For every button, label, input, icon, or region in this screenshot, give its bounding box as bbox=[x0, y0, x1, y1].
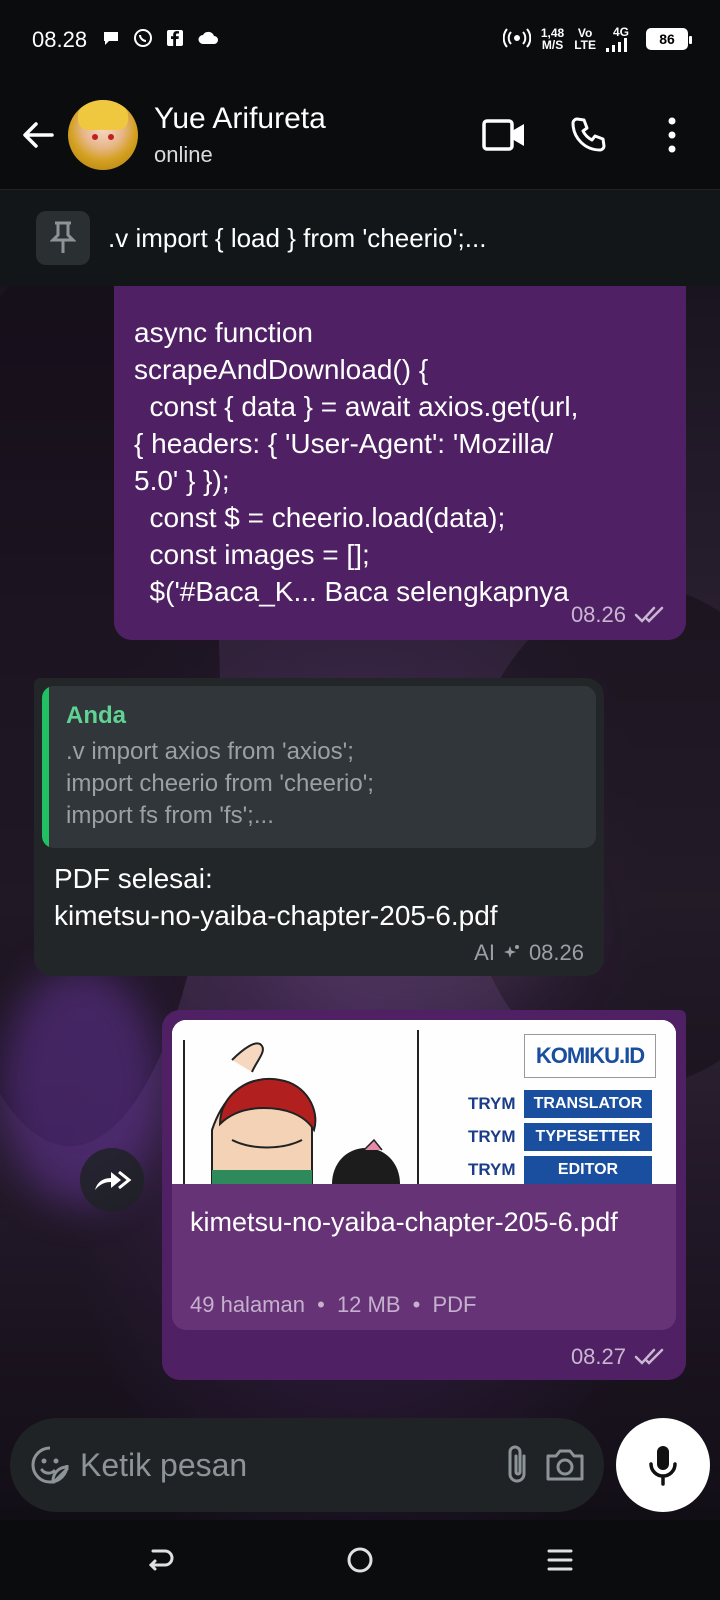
meta-separator: • bbox=[317, 1292, 325, 1317]
quote-text: .v import axios from 'axios'; import che… bbox=[66, 738, 374, 829]
sparkle-icon bbox=[503, 945, 519, 958]
message-meta: 08.26 bbox=[571, 602, 668, 628]
signal-bars-icon bbox=[606, 38, 627, 52]
status-bar: 08.28 1,48 M/S Vo LTE 4G 86 bbox=[0, 0, 720, 80]
pin-icon bbox=[50, 221, 76, 253]
volte-indicator: Vo LTE bbox=[574, 27, 596, 51]
komiku-logo: KOMIKU.ID bbox=[524, 1034, 656, 1078]
file-name: kimetsu-no-yaiba-chapter-205-6.pdf bbox=[190, 1207, 618, 1237]
system-nav-bar bbox=[0, 1520, 720, 1600]
credit-role: TYPESETTER bbox=[524, 1123, 652, 1151]
message-time: 08.27 bbox=[570, 1344, 626, 1369]
facebook-icon bbox=[165, 28, 185, 53]
chat-area[interactable]: async function scrapeAndDownload() { con… bbox=[0, 286, 720, 1520]
credits-list: TRYM TRANSLATOR TRYM TYPESETTER TRYM EDI… bbox=[468, 1090, 668, 1184]
file-meta: 49 halaman • 12 MB • PDF bbox=[190, 1292, 476, 1318]
battery-level: 86 bbox=[659, 31, 675, 47]
volte-bottom: LTE bbox=[574, 38, 596, 52]
credit-row: TRYM TRANSLATOR bbox=[468, 1090, 668, 1118]
contact-status: online bbox=[154, 141, 213, 167]
nav-recents-button[interactable] bbox=[540, 1540, 580, 1580]
file-preview-thumbnail[interactable]: KOMIKU.ID TRYM TRANSLATOR TRYM TYPESETTE… bbox=[172, 1020, 676, 1184]
notification-icons bbox=[101, 28, 219, 53]
file-pages: 49 halaman bbox=[190, 1292, 305, 1317]
credit-role: TRANSLATOR bbox=[524, 1090, 652, 1118]
pinned-message-text: .v import { load } from 'cheerio';... bbox=[108, 222, 487, 253]
video-camera-icon bbox=[482, 118, 524, 151]
phone-icon bbox=[571, 117, 606, 151]
signal-indicator: 4G bbox=[606, 26, 636, 52]
whatsapp-icon bbox=[133, 28, 153, 53]
microphone-icon bbox=[649, 1446, 677, 1486]
sticker-icon bbox=[31, 1446, 69, 1484]
net-speed-unit: M/S bbox=[541, 38, 564, 52]
contact-name: Yue Arifureta bbox=[154, 101, 326, 135]
double-check-icon bbox=[634, 1348, 664, 1365]
meta-separator: • bbox=[412, 1292, 421, 1317]
credit-row: TRYM TYPESETTER bbox=[468, 1123, 668, 1151]
message-meta: AI 08.26 bbox=[474, 940, 584, 966]
forward-button[interactable] bbox=[80, 1148, 144, 1212]
back-button[interactable] bbox=[8, 105, 68, 165]
message-input[interactable] bbox=[80, 1446, 500, 1484]
forward-icon bbox=[95, 1170, 132, 1190]
quoted-message[interactable]: Anda .v import axios from 'axios'; impor… bbox=[42, 686, 596, 848]
system-indicators: 1,48 M/S Vo LTE 4G 86 bbox=[502, 26, 692, 52]
incoming-message[interactable]: Anda .v import axios from 'axios'; impor… bbox=[34, 678, 604, 976]
logo-text: KOMIKU.ID bbox=[535, 1043, 645, 1068]
file-size: 12 MB bbox=[336, 1292, 401, 1317]
credit-name: TRYM bbox=[468, 1160, 516, 1179]
home-circle-icon bbox=[347, 1547, 373, 1573]
message-text: PDF selesai: kimetsu-no-yaiba-chapter-20… bbox=[54, 863, 498, 931]
double-check-icon bbox=[634, 606, 664, 623]
message-text: async function scrapeAndDownload() { con… bbox=[134, 317, 579, 607]
file-type: PDF bbox=[432, 1292, 477, 1317]
message-composer bbox=[10, 1418, 604, 1512]
message-time: 08.26 bbox=[570, 602, 626, 627]
avatar[interactable] bbox=[68, 99, 138, 170]
back-gesture-icon bbox=[148, 1549, 174, 1571]
arrow-left-icon bbox=[23, 121, 54, 148]
credit-name: TRYM bbox=[468, 1127, 516, 1146]
outgoing-message[interactable]: async function scrapeAndDownload() { con… bbox=[114, 286, 686, 640]
file-info[interactable]: kimetsu-no-yaiba-chapter-205-6.pdf 49 ha… bbox=[172, 1184, 676, 1330]
pin-icon-box bbox=[36, 211, 90, 265]
voice-record-button[interactable] bbox=[616, 1418, 710, 1512]
network-type: 4G bbox=[612, 25, 629, 39]
ai-label: AI bbox=[474, 940, 495, 965]
network-speed: 1,48 M/S bbox=[541, 27, 564, 51]
chat-bubble-icon bbox=[101, 28, 121, 53]
nav-home-button[interactable] bbox=[340, 1540, 380, 1580]
status-time: 08.28 bbox=[32, 27, 88, 52]
battery-indicator: 86 bbox=[646, 28, 692, 50]
outgoing-file-message[interactable]: KOMIKU.ID TRYM TRANSLATOR TRYM TYPESETTE… bbox=[162, 1010, 686, 1380]
cloud-icon bbox=[197, 30, 219, 51]
nav-back-button[interactable] bbox=[140, 1540, 180, 1580]
message-time: 08.26 bbox=[528, 940, 584, 965]
more-options-button[interactable] bbox=[640, 103, 704, 167]
credit-row: TRYM EDITOR bbox=[468, 1156, 668, 1184]
chat-header: Yue Arifureta online bbox=[0, 80, 720, 190]
more-vert-icon bbox=[668, 117, 676, 152]
video-call-button[interactable] bbox=[472, 103, 536, 167]
attach-button[interactable] bbox=[500, 1435, 534, 1495]
credit-role: EDITOR bbox=[524, 1156, 652, 1184]
camera-button[interactable] bbox=[544, 1435, 586, 1495]
message-meta: 08.27 bbox=[571, 1344, 668, 1370]
sticker-button[interactable] bbox=[30, 1435, 70, 1495]
credit-name: TRYM bbox=[468, 1094, 516, 1113]
header-actions bbox=[472, 103, 704, 167]
paperclip-icon bbox=[508, 1445, 526, 1483]
pinned-message-bar[interactable]: .v import { load } from 'cheerio';... bbox=[0, 190, 720, 286]
quote-author: Anda bbox=[66, 702, 126, 729]
quote-accent-bar bbox=[42, 686, 49, 848]
camera-icon bbox=[546, 1449, 584, 1481]
menu-lines-icon bbox=[547, 1549, 573, 1571]
contact-info[interactable]: Yue Arifureta online bbox=[154, 102, 472, 168]
voice-call-button[interactable] bbox=[556, 103, 620, 167]
hotspot-icon bbox=[502, 27, 532, 52]
